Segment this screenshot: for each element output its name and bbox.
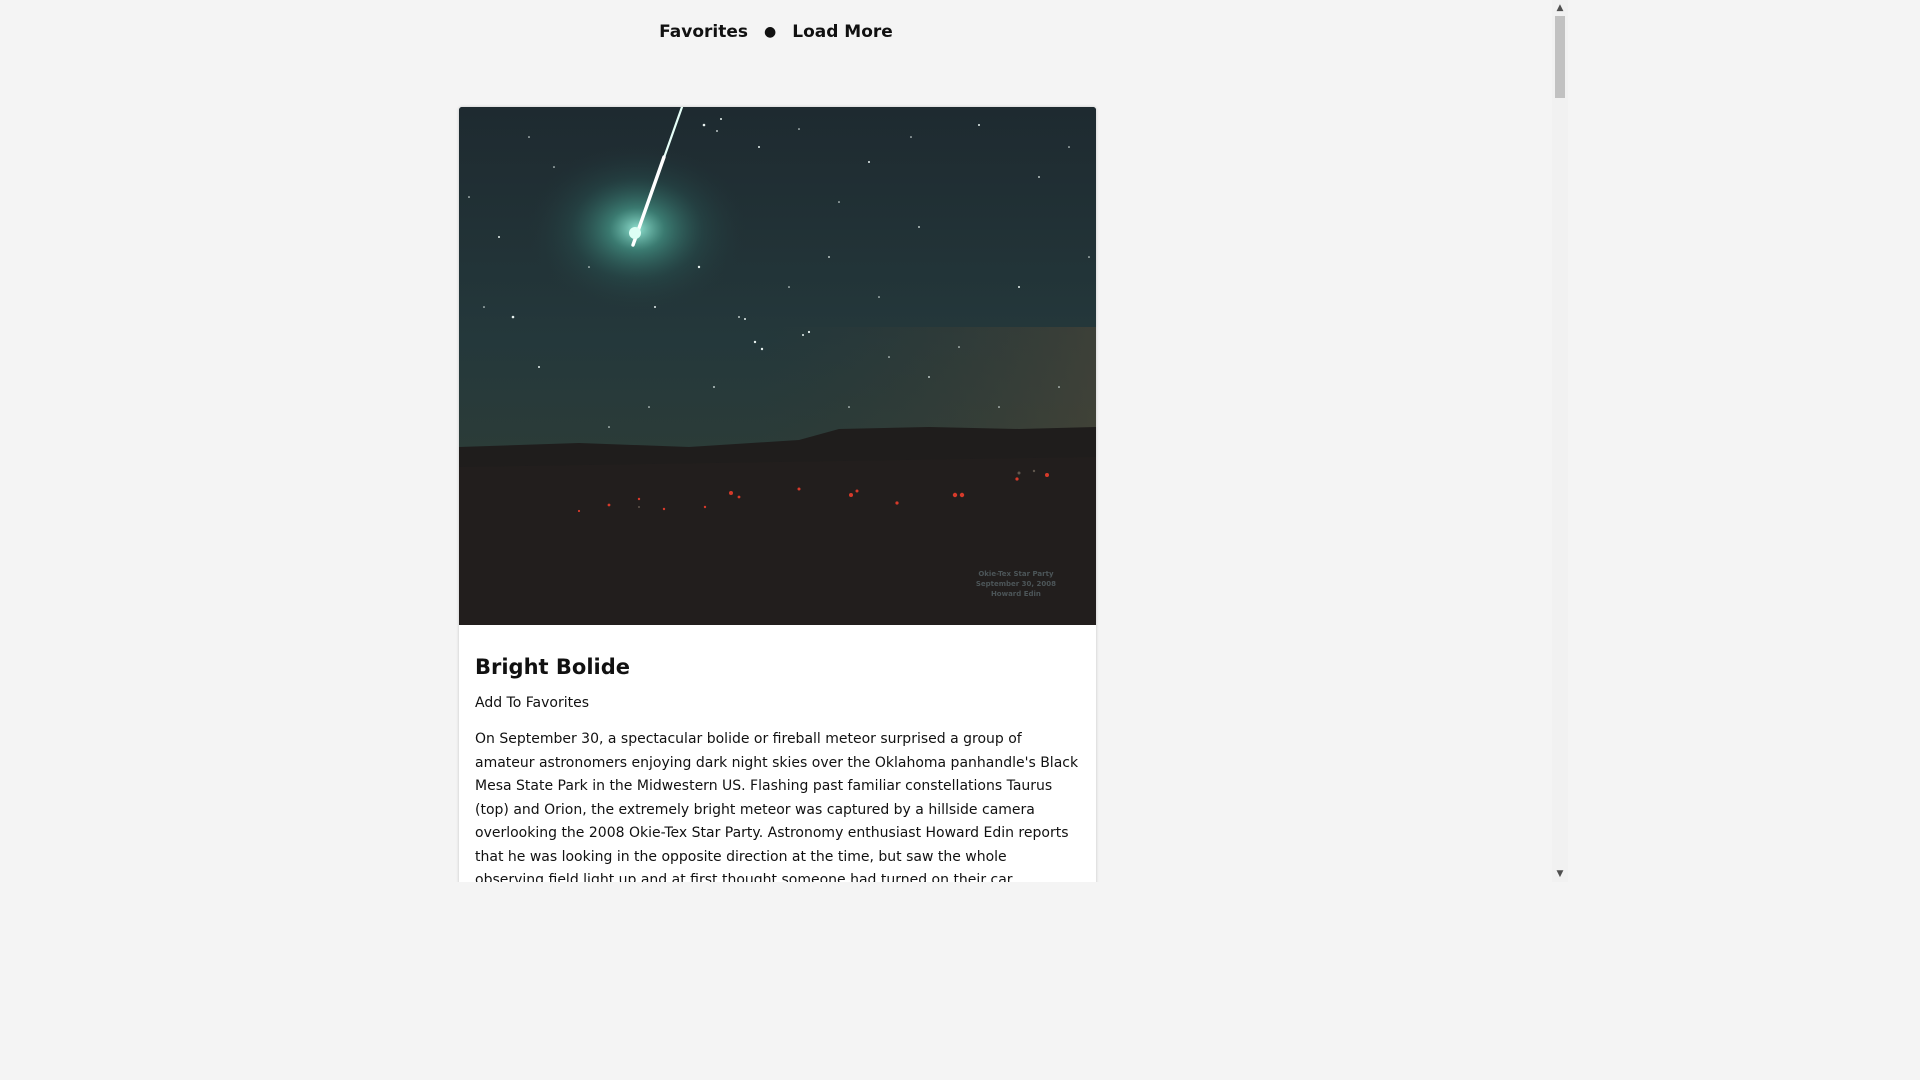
meteor-photo-image (459, 107, 1096, 625)
watermark-date: September 30, 2008 (975, 580, 1056, 588)
card-content: Bright Bolide Add To Favorites On Septem… (459, 625, 1096, 882)
add-to-favorites-link[interactable]: Add To Favorites (475, 693, 589, 713)
favorites-link[interactable]: Favorites (659, 22, 748, 42)
load-more-link[interactable]: Load More (792, 22, 893, 42)
page: Favorites ● Load More Okie-Tex Star Part… (0, 0, 1568, 882)
card-explanation: On September 30, a spectacular bolide or… (475, 731, 1079, 882)
card-title: Bright Bolide (475, 655, 630, 679)
nav-separator: ● (764, 24, 777, 40)
watermark-credit: Howard Edin (990, 590, 1041, 598)
bolide-photo: Okie-Tex Star Party September 30, 2008 H… (459, 107, 1096, 625)
photo-watermark: Okie-Tex Star Party September 30, 2008 H… (976, 569, 1056, 599)
watermark-event: Okie-Tex Star Party (978, 570, 1054, 578)
top-nav: Favorites ● Load More (0, 18, 1552, 46)
apod-card: Okie-Tex Star Party September 30, 2008 H… (459, 107, 1096, 882)
